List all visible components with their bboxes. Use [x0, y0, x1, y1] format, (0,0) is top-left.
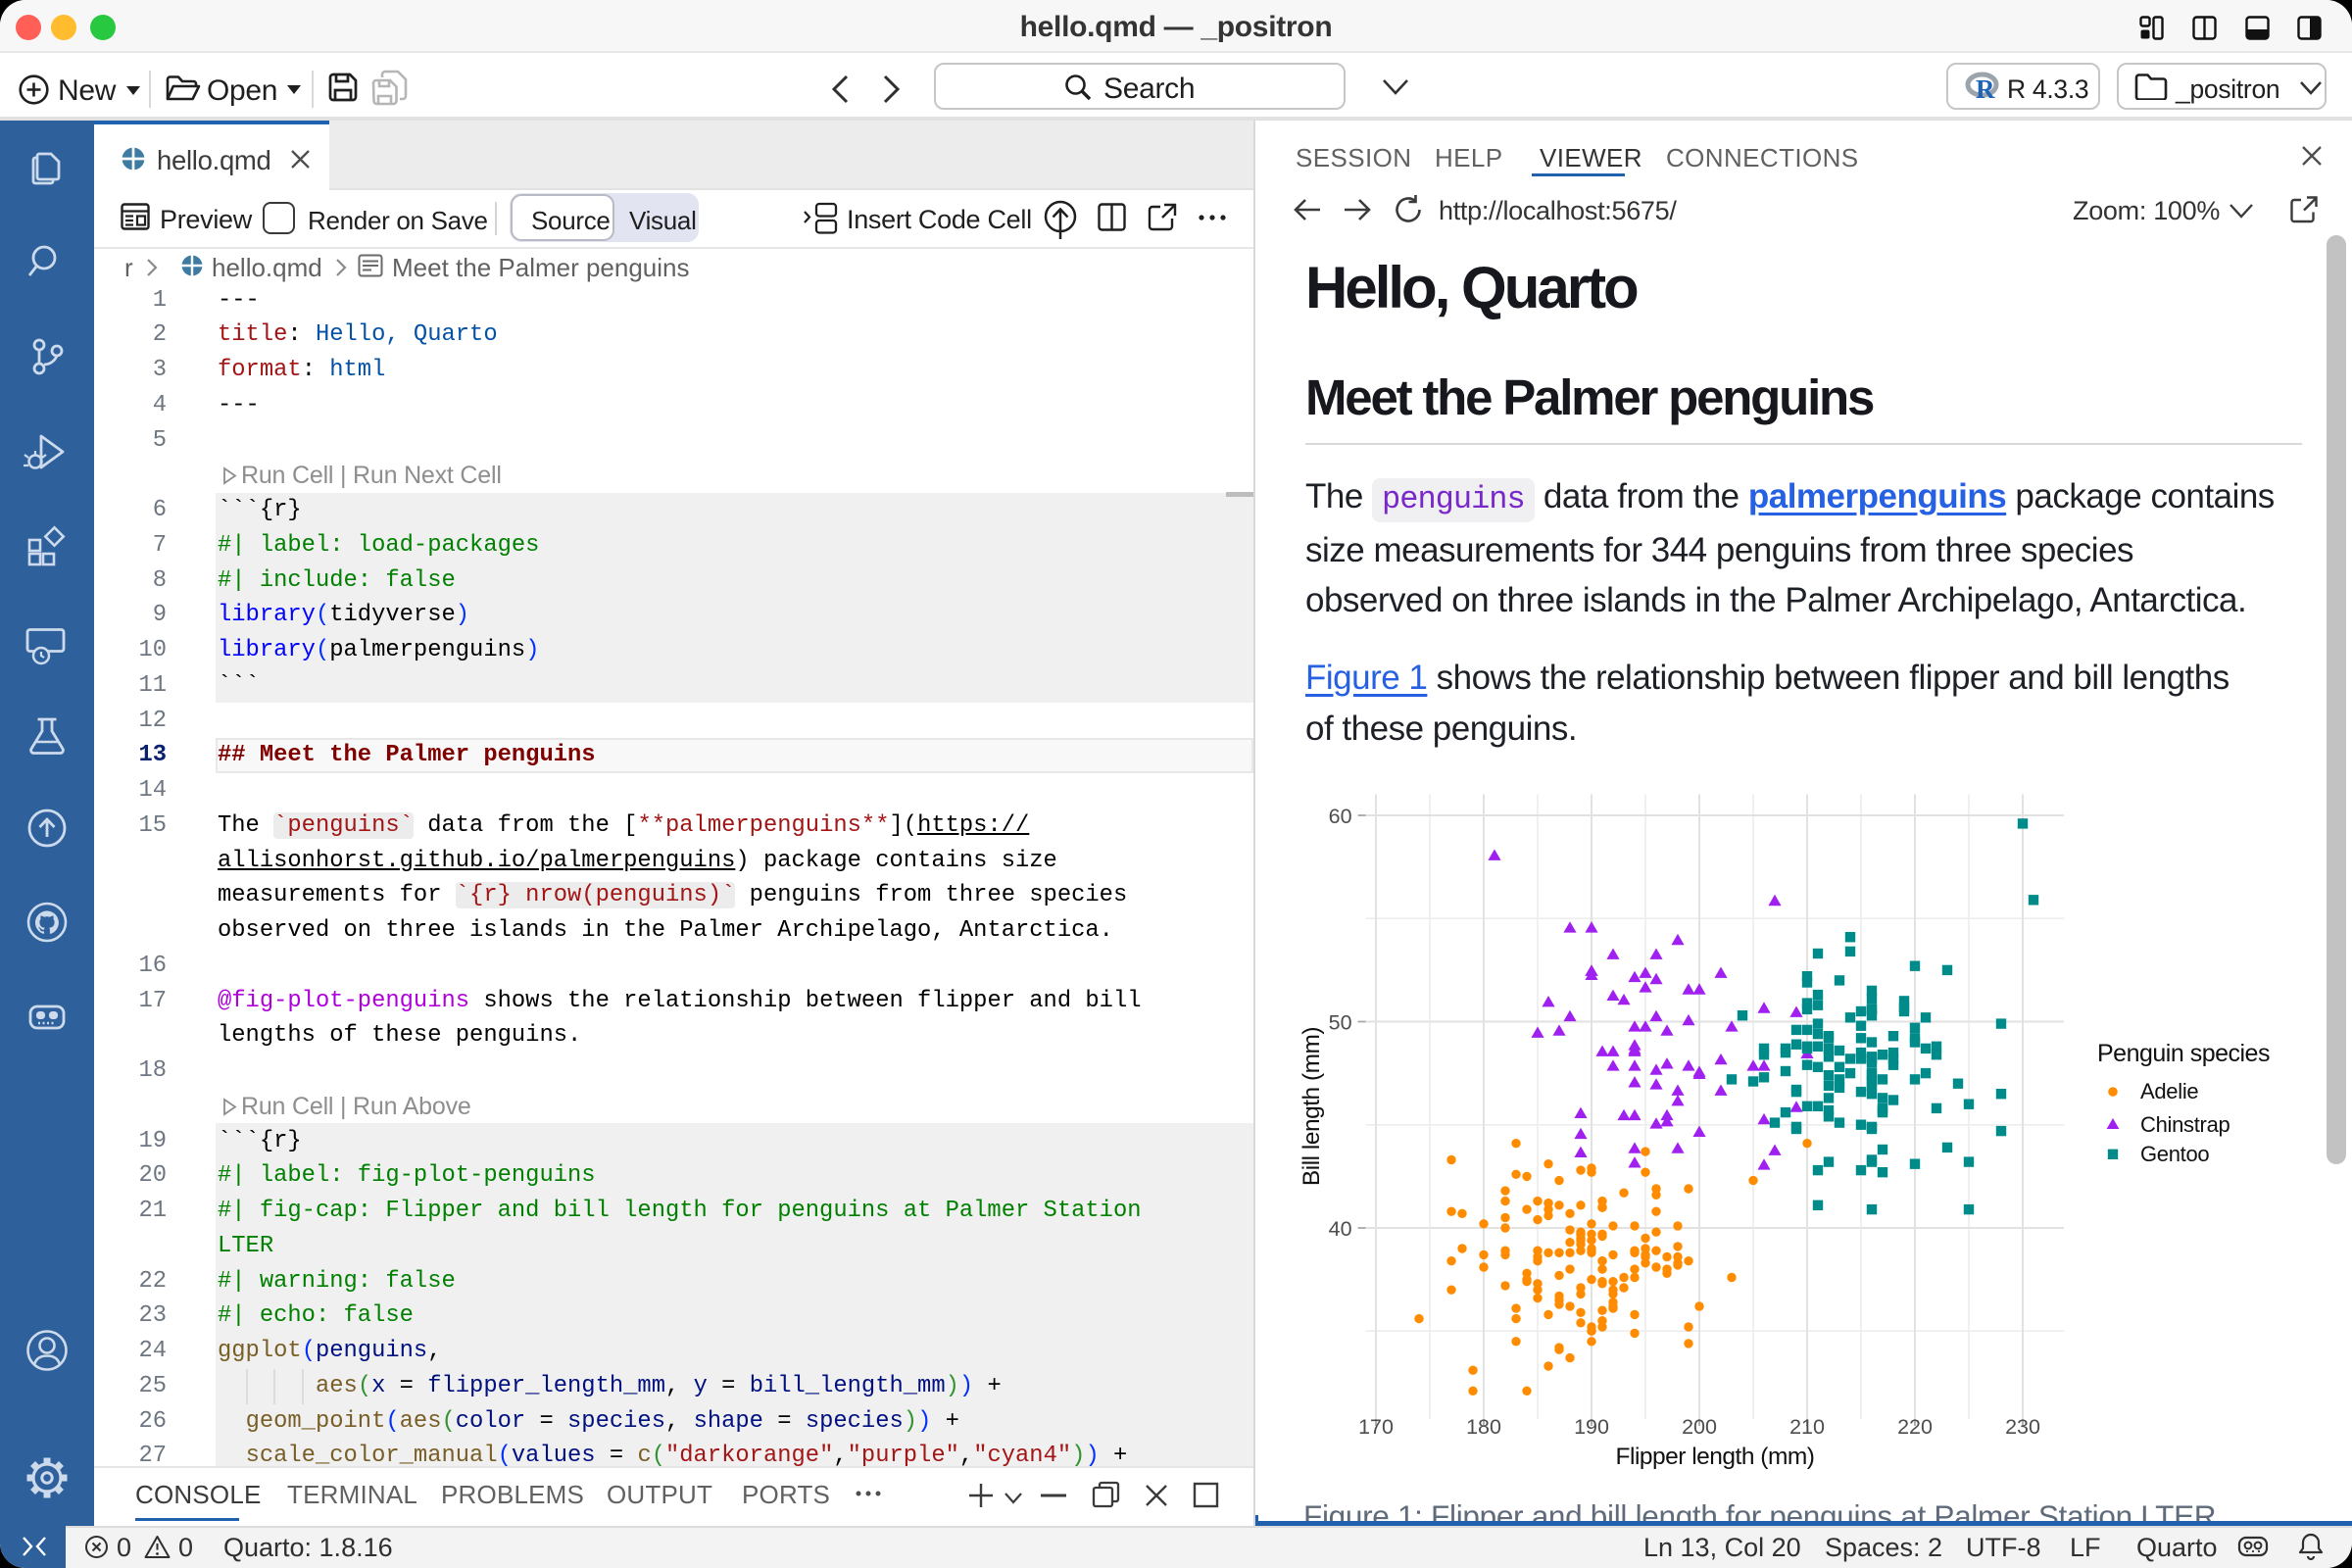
svg-text:210: 210	[1789, 1415, 1825, 1439]
svg-text:Gentoo: Gentoo	[2140, 1142, 2209, 1166]
svg-text:Chinstrap: Chinstrap	[2140, 1112, 2230, 1137]
svg-text:40: 40	[1329, 1217, 1352, 1241]
svg-text:Flipper length (mm): Flipper length (mm)	[1616, 1444, 1815, 1470]
svg-text:Penguin species: Penguin species	[2097, 1040, 2270, 1067]
svg-text:180: 180	[1466, 1415, 1501, 1439]
svg-text:220: 220	[1897, 1415, 1933, 1439]
svg-text:50: 50	[1329, 1011, 1352, 1035]
svg-text:200: 200	[1682, 1415, 1717, 1439]
svg-text:60: 60	[1329, 805, 1352, 828]
svg-text:170: 170	[1358, 1415, 1394, 1439]
svg-text:Bill length (mm): Bill length (mm)	[1298, 1027, 1325, 1186]
svg-text:190: 190	[1574, 1415, 1609, 1439]
svg-text:230: 230	[2005, 1415, 2040, 1439]
svg-text:R: R	[1976, 74, 1995, 103]
svg-text:Adelie: Adelie	[2140, 1079, 2198, 1103]
